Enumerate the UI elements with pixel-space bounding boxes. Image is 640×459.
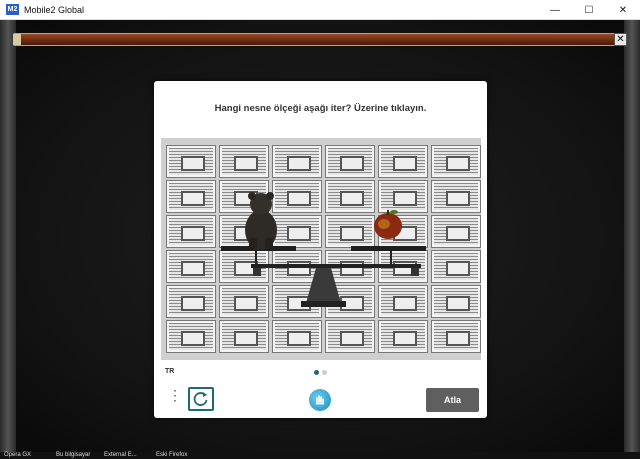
game-close-button[interactable]: ✕ [614, 33, 627, 46]
reload-icon [193, 392, 208, 406]
scale-icon [221, 246, 426, 307]
minimize-button[interactable]: — [538, 0, 572, 20]
bear-figure[interactable] [245, 192, 277, 250]
right-frame-border [624, 20, 640, 452]
hand-logo-icon [309, 389, 331, 411]
game-window: M2 Mobile2 Global — ☐ ✕ ✕ Hangi nesne öl… [0, 0, 640, 452]
captcha-dialog: Hangi nesne ölçeği aşağı iter? Üzerine t… [154, 81, 487, 418]
taskbar: Opera GX Bu bilgisayar External E... Esk… [0, 452, 640, 459]
taskbar-item[interactable]: Bu bilgisayar [56, 452, 90, 459]
left-frame-border [0, 20, 16, 452]
taskbar-item[interactable]: External E... [104, 452, 137, 459]
more-options-icon[interactable]: ⋮ [168, 388, 182, 410]
scale-illustration [221, 192, 426, 307]
captcha-puzzle-image[interactable] [161, 138, 481, 360]
window-title: Mobile2 Global [24, 4, 85, 15]
maximize-button[interactable]: ☐ [572, 0, 606, 20]
page-dot [322, 370, 327, 375]
page-dot-active [314, 370, 319, 375]
window-controls: — ☐ ✕ [538, 0, 640, 20]
taskbar-item[interactable]: Eski Firefox [156, 452, 187, 459]
game-title-bar [13, 33, 627, 46]
game-bar-knob [13, 34, 21, 45]
taskbar-item[interactable]: Opera GX [4, 452, 31, 459]
skip-button[interactable]: Atla [426, 388, 479, 412]
apple-figure[interactable] [374, 210, 402, 239]
title-bar[interactable]: M2 Mobile2 Global — ☐ ✕ [0, 0, 640, 20]
page-indicator [154, 370, 487, 375]
app-icon: M2 [6, 4, 19, 15]
reload-button[interactable] [188, 387, 214, 411]
captcha-prompt: Hangi nesne ölçeği aşağı iter? Üzerine t… [214, 103, 427, 114]
close-button[interactable]: ✕ [606, 0, 640, 20]
